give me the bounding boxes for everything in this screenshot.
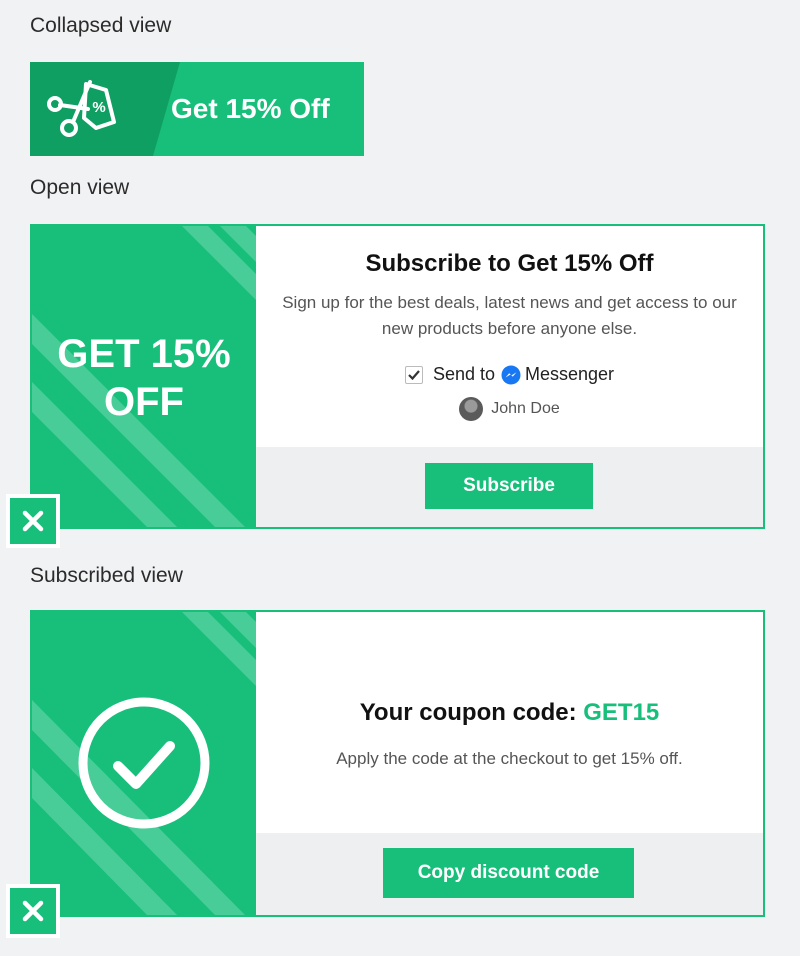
- avatar: [459, 397, 484, 421]
- open-banner-text: GET 15% OFF: [32, 330, 256, 426]
- open-content: Subscribe to Get 15% Off Sign up for the…: [256, 226, 763, 421]
- messenger-text: Messenger: [525, 364, 615, 384]
- open-banner-panel: GET 15% OFF: [32, 226, 256, 527]
- scissors-coupon-icon: %: [47, 80, 116, 137]
- messenger-checkbox[interactable]: [404, 365, 423, 384]
- coupon-heading-prefix: Your coupon code:: [359, 699, 584, 726]
- close-icon: [22, 510, 44, 532]
- user-name: John Doe: [491, 400, 560, 417]
- open-banner-line-1: GET 15%: [57, 332, 231, 376]
- collapsed-icon-panel: %: [30, 62, 180, 156]
- open-footer: Subscribe: [256, 447, 763, 527]
- subscribe-button[interactable]: Subscribe: [425, 463, 593, 509]
- open-view-label: Open view: [30, 176, 130, 199]
- open-description-line-2: new products before anyone else.: [381, 319, 638, 338]
- messenger-icon: [501, 365, 521, 384]
- close-icon: [22, 900, 44, 922]
- collapsed-title: Get 15% Off: [171, 93, 330, 124]
- subscribed-view-card: Your coupon code: GET15 Apply the code a…: [30, 610, 765, 917]
- collapsed-view-label: Collapsed view: [30, 14, 172, 37]
- subscribed-view-label: Subscribed view: [30, 564, 183, 587]
- coupon-code: GET15: [583, 699, 660, 726]
- subscribed-banner-panel: [32, 612, 256, 915]
- messenger-user: John Doe: [256, 397, 763, 421]
- send-to-text: Send to: [432, 364, 495, 384]
- coupon-description: Apply the code at the checkout to get 15…: [336, 749, 683, 768]
- subscribed-content: Your coupon code: GET15 Apply the code a…: [256, 612, 763, 769]
- check-icon: [408, 369, 420, 380]
- success-check-icon: [78, 697, 210, 829]
- open-heading: Subscribe to Get 15% Off: [365, 250, 654, 277]
- open-banner-line-2: OFF: [104, 380, 184, 424]
- coupon-heading: Your coupon code: GET15: [256, 699, 763, 727]
- copy-discount-code-button[interactable]: Copy discount code: [383, 848, 634, 898]
- subscribed-footer: Copy discount code: [256, 833, 763, 915]
- open-description: Sign up for the best deals, latest news …: [256, 290, 763, 342]
- open-view-card: GET 15% OFF Subscribe to Get 15% Off Sig…: [30, 224, 765, 529]
- messenger-optin: Send to Messenger: [256, 364, 763, 385]
- svg-text:%: %: [92, 99, 105, 116]
- collapsed-coupon-bar[interactable]: % Get 15% Off: [30, 62, 364, 156]
- open-description-line-1: Sign up for the best deals, latest news …: [282, 293, 737, 312]
- subscribed-close-button[interactable]: [6, 884, 60, 938]
- open-close-button[interactable]: [6, 494, 60, 548]
